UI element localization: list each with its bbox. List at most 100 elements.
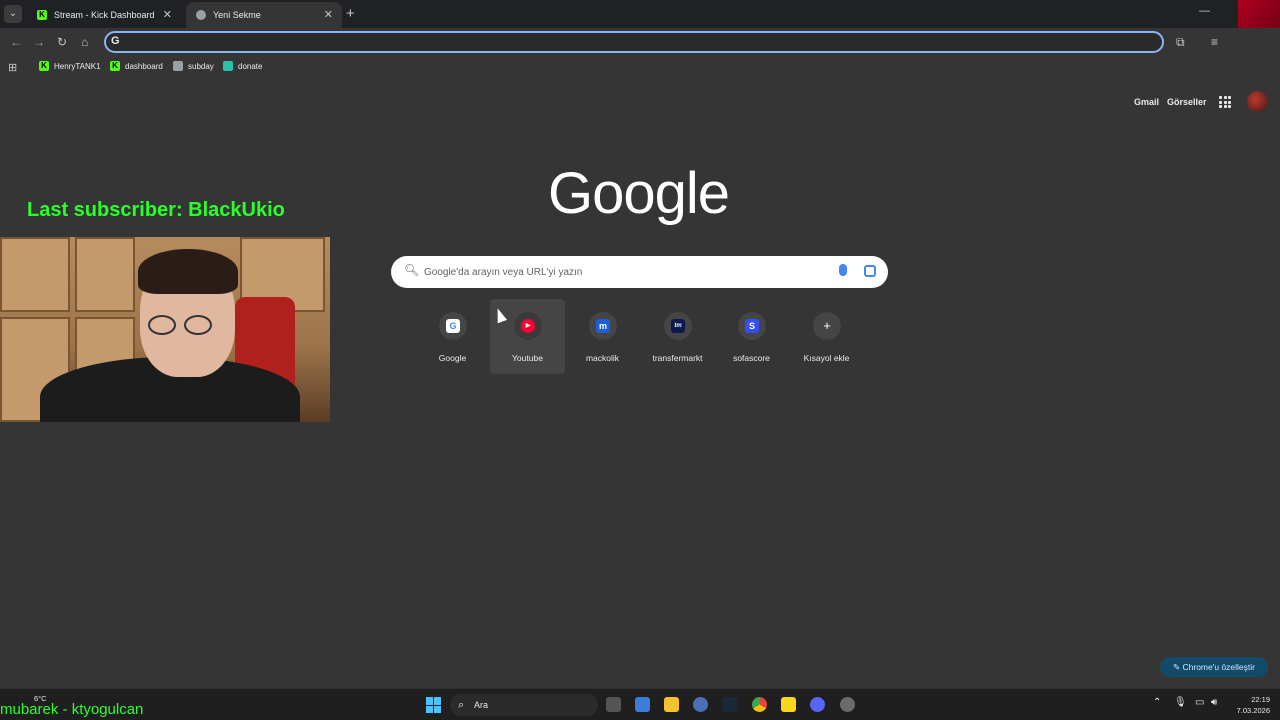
donate-icon (223, 61, 233, 71)
google-apps-icon[interactable] (1219, 96, 1231, 108)
shortcut-transfermarkt[interactable]: tm transfermarkt (640, 299, 715, 374)
browser-toolbar: ← → ↻ ⌂ G ⧉ ≡ (0, 28, 1280, 55)
forward-icon[interactable]: → (33, 35, 45, 49)
apps-icon[interactable]: ⊞ (8, 61, 17, 74)
shortcut-sofascore[interactable]: S sofascore (714, 299, 789, 374)
bottom-ticker-overlay: mubarek - ktyogulcan (0, 701, 144, 718)
tab-title: Yeni Sekme (213, 10, 261, 20)
obs-icon[interactable] (840, 697, 855, 712)
avatar[interactable] (1247, 91, 1268, 112)
extensions-icon[interactable]: ⧉ (1176, 35, 1185, 50)
taskbar: 6°C ⌕ Ara ⌃ 🎙︎ ▭ 🔊︎ 22:19 7.03.2026 (0, 688, 1280, 720)
customize-label: Chrome'u özelleştir (1182, 662, 1255, 672)
glasses (184, 315, 212, 335)
file-explorer-icon[interactable] (664, 697, 679, 712)
address-input[interactable] (126, 34, 1156, 50)
new-tab-button[interactable]: + (346, 5, 355, 22)
chevron-up-icon[interactable]: ⌃ (1153, 697, 1161, 708)
taskbar-search[interactable]: ⌕ Ara (450, 694, 598, 716)
clock-time: 22:19 (1251, 695, 1270, 704)
tab-search-button[interactable]: ⌄ (4, 5, 22, 23)
youtube-icon: ▶ (521, 319, 535, 333)
media-control-icon[interactable]: ≡ (1211, 35, 1218, 49)
tab-kick-dashboard[interactable]: K Stream - Kick Dashboard ✕ (27, 2, 181, 28)
shortcut-icon-circle: tm (664, 312, 692, 340)
shortcut-icon-circle: S (738, 312, 766, 340)
network-icon[interactable]: ▭ (1195, 697, 1204, 708)
shortcut-icon-circle: G (439, 312, 467, 340)
cabinet-door (0, 237, 70, 312)
bookmark-label: donate (238, 61, 263, 71)
steam-icon[interactable] (722, 697, 737, 712)
reload-icon[interactable]: ↻ (57, 35, 67, 49)
close-icon[interactable]: ✕ (163, 8, 172, 21)
bookmark-donate[interactable]: donate (223, 61, 262, 71)
google-icon: G (446, 319, 460, 333)
shortcut-google[interactable]: G Google (415, 299, 490, 374)
shortcut-label: Google (438, 353, 467, 363)
kick-icon: K (39, 61, 49, 71)
transfermarkt-icon: tm (671, 319, 685, 333)
kick-icon: K (110, 61, 120, 71)
search-icon: 🔍︎ (404, 263, 420, 277)
shortcut-icon-circle: + (813, 312, 841, 340)
clock-date: 7.03.2026 (1236, 706, 1270, 715)
volume-icon[interactable]: 🔊︎ (1211, 697, 1217, 708)
bookmark-label: subday (188, 61, 214, 71)
sofascore-icon: S (745, 319, 759, 333)
shortcut-mackolik[interactable]: m mackolik (565, 299, 640, 374)
grid-icon (173, 61, 183, 71)
pencil-icon: ✎ (1173, 662, 1183, 672)
shortcut-label: mackolik (585, 353, 620, 363)
sticky-notes-icon[interactable] (781, 697, 796, 712)
shortcut-label: Kısayol ekle (803, 353, 850, 363)
streamer-hair (138, 249, 238, 294)
start-button[interactable] (426, 697, 442, 713)
taskbar-search-label: Ara (474, 700, 489, 710)
glasses (148, 315, 176, 335)
shortcut-icon-circle: ▶ (514, 312, 542, 340)
omnibox[interactable]: G (104, 31, 1164, 53)
microphone-icon[interactable]: 🎙︎ (1174, 697, 1187, 708)
tab-strip: ⌄ K Stream - Kick Dashboard ✕ Yeni Sekme… (0, 0, 1280, 28)
google-logo: Google (548, 161, 730, 226)
mackolik-icon: m (596, 319, 610, 333)
bookmark-label: dashboard (125, 61, 163, 71)
kick-icon: K (37, 10, 47, 20)
google-icon: G (111, 35, 120, 47)
close-icon[interactable]: ✕ (324, 8, 333, 21)
search-icon: ⌕ (458, 699, 465, 711)
discord-icon[interactable] (810, 697, 825, 712)
tab-new-tab[interactable]: Yeni Sekme ✕ (186, 2, 342, 28)
microphone-icon[interactable] (839, 264, 847, 276)
plus-icon: + (823, 318, 831, 333)
back-icon[interactable]: ← (10, 35, 22, 49)
taskbar-clock[interactable]: 22:19 7.03.2026 (1230, 694, 1270, 716)
customize-chrome-button[interactable]: ✎ Chrome'u özelleştir (1160, 657, 1268, 677)
calculator-icon[interactable] (635, 697, 650, 712)
chrome-icon[interactable] (752, 697, 767, 712)
search-input[interactable] (424, 263, 824, 281)
shortcut-label: sofascore (733, 353, 770, 363)
cabinet-door (75, 237, 135, 312)
home-icon[interactable]: ⌂ (81, 35, 88, 49)
webcam-feed (0, 237, 330, 422)
last-subscriber-overlay: Last subscriber: BlackUkio (27, 199, 285, 221)
bookmark-henrytank1[interactable]: K HenryTANK1 (39, 61, 101, 71)
shortcut-add[interactable]: + Kısayol ekle (789, 299, 864, 374)
shortcut-label: Youtube (512, 353, 543, 363)
bookmark-label: HenryTANK1 (54, 61, 101, 71)
tab-title: Stream - Kick Dashboard (54, 10, 155, 20)
bookmarks-bar: ⊞ K HenryTANK1 K dashboard subday donate (0, 55, 1280, 79)
google-search-box[interactable]: 🔍︎ (391, 256, 888, 288)
google-lens-icon[interactable] (864, 265, 876, 277)
shortcut-icon-circle: m (589, 312, 617, 340)
minimize-icon[interactable]: — (1199, 5, 1210, 17)
task-view-icon[interactable] (606, 697, 621, 712)
bookmark-subday[interactable]: subday (173, 61, 214, 71)
chrome-icon (196, 10, 206, 20)
images-link[interactable]: Görseller (1167, 97, 1207, 107)
bookmark-dashboard[interactable]: K dashboard (110, 61, 163, 71)
gmail-link[interactable]: Gmail (1134, 97, 1159, 107)
app-icon[interactable] (693, 697, 708, 712)
